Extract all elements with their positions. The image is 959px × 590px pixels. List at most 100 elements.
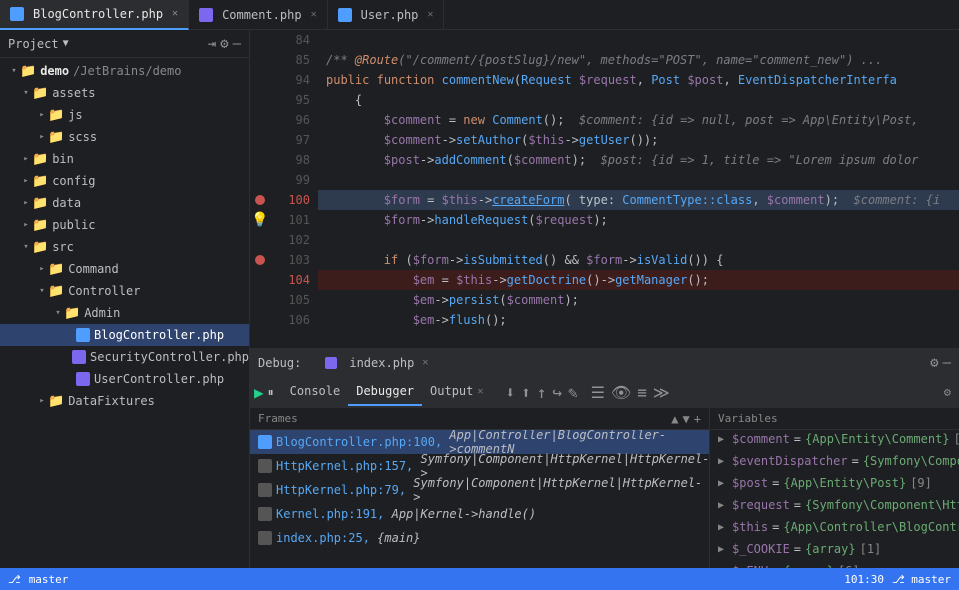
frames-list: BlogController.php:100, App|Controller|B… <box>250 430 709 568</box>
expand-arrow: ▶ <box>718 544 732 555</box>
evaluate-icon[interactable]: ✎ <box>566 381 580 404</box>
code-line-103: if ($form->isSubmitted() && $form->isVal… <box>318 250 959 270</box>
tab-close-icon[interactable]: ✕ <box>427 9 433 20</box>
frame-class: App|Kernel->handle() <box>392 507 537 521</box>
expand-arrow: ▶ <box>718 500 732 511</box>
var-count: [1] <box>860 542 882 556</box>
tree-item-label: assets <box>52 86 95 100</box>
frame-file-icon <box>258 507 272 521</box>
code-content[interactable]: /** @Route("/comment/{postSlug}/new", me… <box>318 30 959 348</box>
frame-item[interactable]: Kernel.php:191, App|Kernel->handle() <box>250 502 709 526</box>
git-branch[interactable]: master <box>29 573 69 586</box>
status-left: ⎇ master <box>8 573 68 586</box>
minimize-icon[interactable]: — <box>943 355 951 371</box>
tree-item-data[interactable]: ▸ 📁 data <box>0 192 249 214</box>
settings-icon[interactable]: ⚙ <box>930 355 938 371</box>
tree-item-public[interactable]: ▸ 📁 public <box>0 214 249 236</box>
code-line-94: public function commentNew(Request $requ… <box>318 70 959 90</box>
status-bar: ⎇ master 101:30 ⎇ master <box>0 568 959 590</box>
tab-label: BlogController.php <box>33 7 163 21</box>
var-name: $eventDispatcher <box>732 454 848 468</box>
folder-icon: 📁 <box>32 218 48 233</box>
tree-item-usercontroller[interactable]: UserController.php <box>0 368 249 390</box>
code-editor[interactable]: 💡 84 85 94 95 96 97 <box>250 30 959 348</box>
minimize-icon[interactable]: — <box>233 36 241 52</box>
frames-add-btn[interactable]: + <box>694 412 701 426</box>
var-item[interactable]: ▶ $_COOKIE = {array} [1] <box>710 540 959 562</box>
frame-item[interactable]: index.php:25, {main} <box>250 526 709 550</box>
step-into-icon[interactable]: ⬆ <box>519 381 533 404</box>
branch-label: ⎇ master <box>892 573 951 586</box>
tab-close-icon[interactable]: ✕ <box>172 8 178 19</box>
tab-comment[interactable]: Comment.php ✕ <box>189 0 328 30</box>
frame-item[interactable]: HttpKernel.php:157, Symfony|Component|Ht… <box>250 454 709 478</box>
php-icon <box>76 372 90 386</box>
var-item[interactable]: ▶ $comment = {App\Entity\Comment} [5] <box>710 430 959 452</box>
tree-item-scss[interactable]: ▸ 📁 scss <box>0 126 249 148</box>
var-item[interactable]: ▶ $post = {App\Entity\Post} [9] <box>710 474 959 496</box>
run-to-cursor-icon[interactable]: ↪ <box>550 381 564 404</box>
main-content: Project ▼ ⇥ ⚙ — ▾ 📁 demo /JetBrains/demo… <box>0 30 959 568</box>
panel-settings-icon[interactable]: ⚙ <box>936 385 959 399</box>
frame-class: Symfony|Component|HttpKernel|HttpKernel-… <box>413 476 702 504</box>
separator <box>584 384 585 400</box>
watch-icon[interactable]: 👁 <box>609 381 633 404</box>
var-item[interactable]: ▶ $request = {Symfony\Component\HttpFoun… <box>710 496 959 518</box>
code-line-101: $form->handleRequest($request); <box>318 210 959 230</box>
gear-icon[interactable]: ⚙ <box>220 36 228 52</box>
tree-item-label: Admin <box>84 306 120 320</box>
tree-item-bin[interactable]: ▸ 📁 bin <box>0 148 249 170</box>
tree-item-command[interactable]: ▸ 📁 Command <box>0 258 249 280</box>
code-line-97: $comment->setAuthor($this->getUser()); <box>318 130 959 150</box>
tree-item-src[interactable]: ▾ 📁 src <box>0 236 249 258</box>
tree-item-datafixtures[interactable]: ▸ 📁 DataFixtures <box>0 390 249 412</box>
frames-up-btn[interactable]: ▲ <box>671 412 678 426</box>
debug-frames-panel: Frames ▲ ▼ + BlogController.php:100, App <box>250 408 710 568</box>
tree-item-assets[interactable]: ▾ 📁 assets <box>0 82 249 104</box>
debug-close-icon[interactable]: ✕ <box>422 357 428 368</box>
tree-item-blogcontroller[interactable]: BlogController.php <box>0 324 249 346</box>
var-item[interactable]: ▶ $this = {App\Controller\BlogController… <box>710 518 959 540</box>
expand-arrow: ▶ <box>718 456 732 467</box>
play-button[interactable]: ▶ <box>254 383 264 402</box>
frame-item[interactable]: BlogController.php:100, App|Controller|B… <box>250 430 709 454</box>
step-out-icon[interactable]: ↑ <box>535 381 549 404</box>
expand-arrow: ▸ <box>36 110 48 120</box>
tree-item-config[interactable]: ▸ 📁 config <box>0 170 249 192</box>
scroll-to-source-icon[interactable]: ⇥ <box>208 36 216 52</box>
code-line-95: { <box>318 90 959 110</box>
var-name: $post <box>732 476 768 490</box>
tree-item-admin[interactable]: ▾ 📁 Admin <box>0 302 249 324</box>
line-num: 105 <box>278 290 310 310</box>
frames-down-btn[interactable]: ▼ <box>683 412 690 426</box>
debug-file-icon <box>325 357 337 369</box>
tab-user[interactable]: User.php ✕ <box>328 0 445 30</box>
tree-item-controller[interactable]: ▾ 📁 Controller <box>0 280 249 302</box>
var-item[interactable]: ▶ $eventDispatcher = {Symfony\Component\… <box>710 452 959 474</box>
pause-button[interactable]: ⏸ <box>268 385 274 400</box>
tree-item-label: data <box>52 196 81 210</box>
tree-root[interactable]: ▾ 📁 demo /JetBrains/demo <box>0 60 249 82</box>
output-tab-close[interactable]: ✕ <box>477 386 483 397</box>
variables-icon[interactable]: ≡ <box>635 381 649 404</box>
code-line-96: $comment = new Comment(); $comment: {id … <box>318 110 959 130</box>
tab-blogcontroller[interactable]: BlogController.php ✕ <box>0 0 189 30</box>
debug-variables-panel: Variables ▶ $comment = {App\Entity\Comme… <box>710 408 959 568</box>
warning-lamp-icon: 💡 <box>251 213 268 227</box>
debug-tab-output[interactable]: Output ✕ <box>422 378 491 406</box>
tree-item-securitycontroller[interactable]: SecurityController.php <box>0 346 249 368</box>
expand-arrow: ▾ <box>36 286 48 296</box>
tab-close-icon[interactable]: ✕ <box>311 9 317 20</box>
frame-filename: HttpKernel.php:157, <box>276 459 421 473</box>
frames-icon[interactable]: ☰ <box>589 381 607 404</box>
folder-icon: 📁 <box>32 240 48 255</box>
more-icon[interactable]: ≫ <box>651 381 672 404</box>
debug-tab-debugger[interactable]: Debugger <box>348 378 422 406</box>
frame-item[interactable]: HttpKernel.php:79, Symfony|Component|Htt… <box>250 478 709 502</box>
debug-tab-console[interactable]: Console <box>282 378 349 406</box>
step-over-icon[interactable]: ⬇ <box>503 381 517 404</box>
tree-item-js[interactable]: ▸ 📁 js <box>0 104 249 126</box>
frame-filename: Kernel.php:191, <box>276 507 392 521</box>
code-line-99 <box>318 170 959 190</box>
frames-btns: ▲ ▼ + <box>671 412 701 426</box>
